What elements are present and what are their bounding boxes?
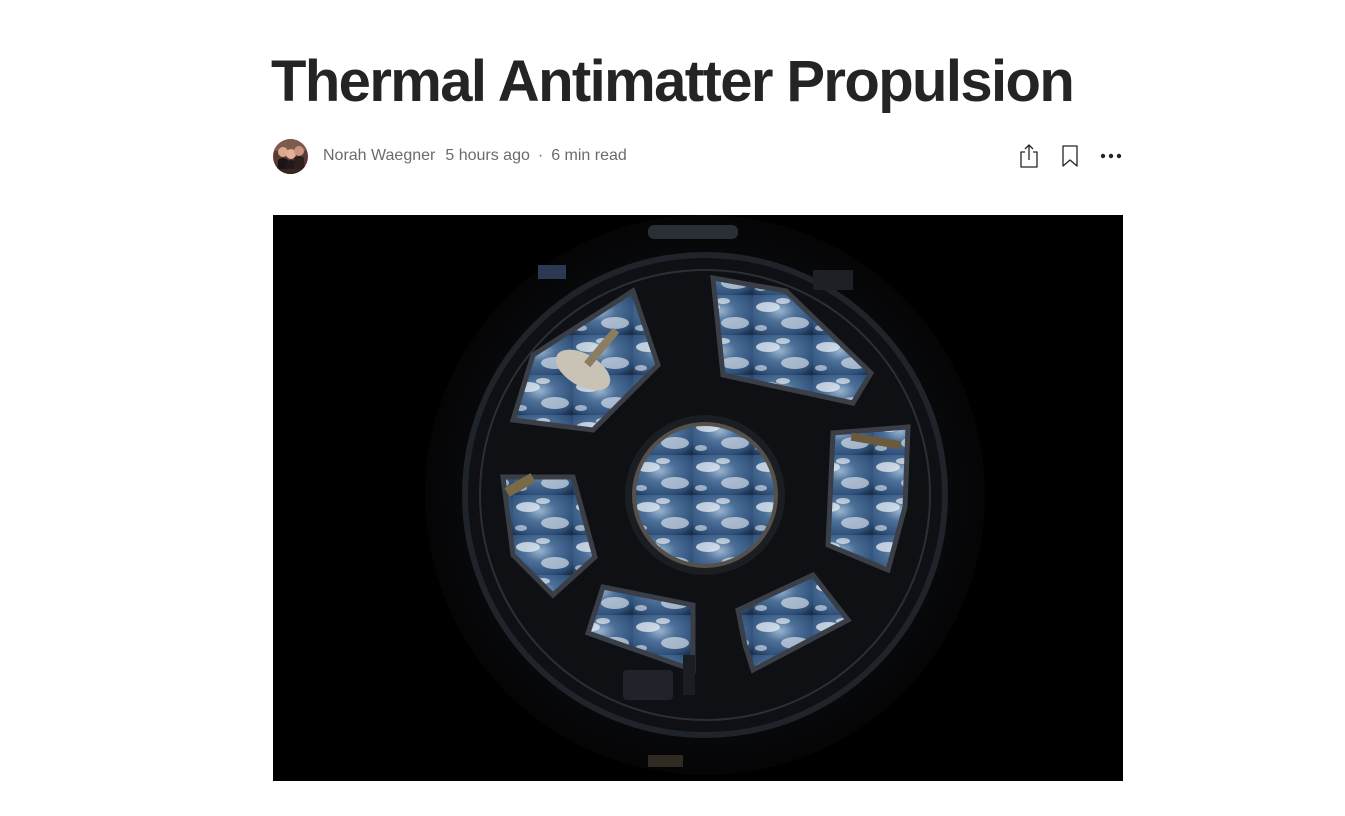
article-title: Thermal Antimatter Propulsion [271,49,1075,114]
more-button[interactable] [1098,143,1123,169]
avatar-image [273,138,308,174]
bookmark-icon [1061,145,1078,167]
article-actions [1016,143,1123,169]
article-meta: Norah Waegner 5 hours ago · 6 min read [273,138,1123,174]
author-name[interactable]: Norah Waegner [323,147,435,165]
read-time: 6 min read [551,147,627,164]
hero-image[interactable] [273,215,1123,781]
meta-separator: · [537,147,544,164]
more-icon [1100,153,1121,159]
cupola-earth-image [273,215,1123,781]
published-time[interactable]: 5 hours ago [445,147,530,165]
bookmark-button[interactable] [1057,143,1082,169]
author-avatar[interactable] [273,138,308,174]
share-button[interactable] [1016,143,1041,169]
share-icon [1019,144,1038,168]
